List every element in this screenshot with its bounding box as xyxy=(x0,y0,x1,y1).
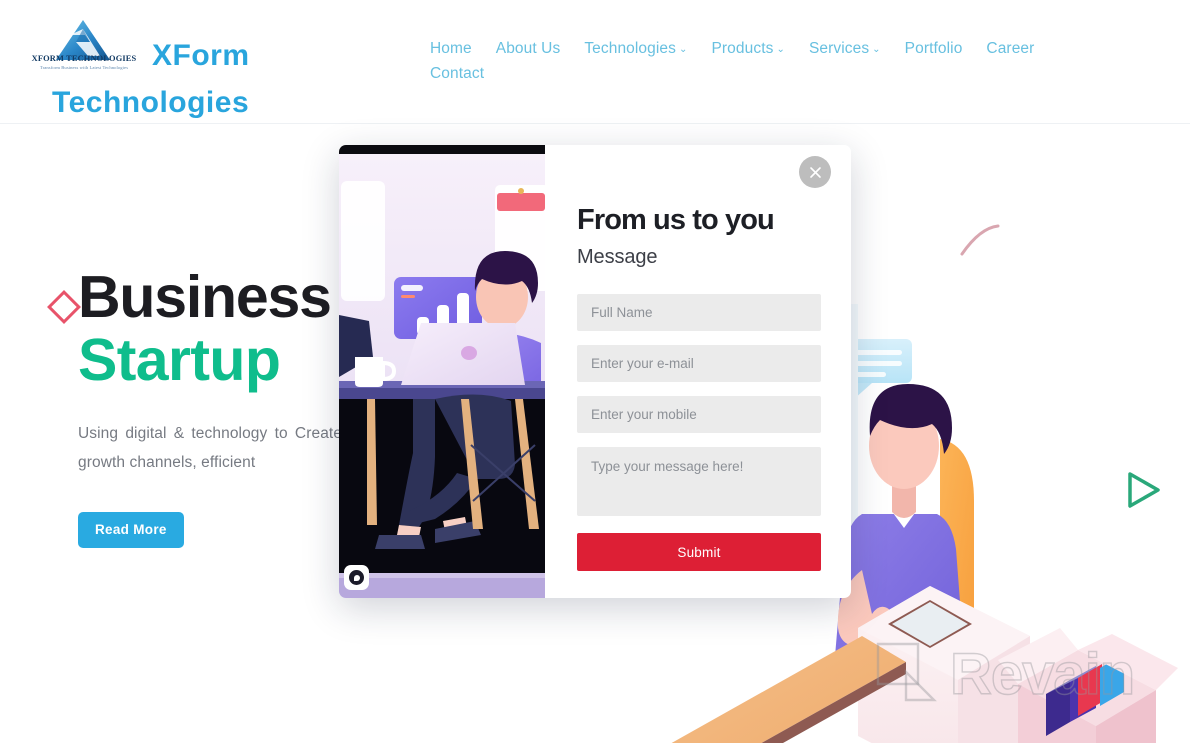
nav-item-home[interactable]: Home xyxy=(430,40,472,58)
close-icon[interactable] xyxy=(799,156,831,188)
nav-item-portfolio[interactable]: Portfolio xyxy=(905,40,963,58)
modal-title: From us to you xyxy=(577,204,775,236)
nav-label: Products xyxy=(711,40,774,57)
logo-wordmark-line1: XForm xyxy=(152,39,250,72)
chevron-down-icon: ⌄ xyxy=(872,44,881,55)
submit-button[interactable]: Submit xyxy=(577,533,821,572)
nav-item-career[interactable]: Career xyxy=(986,40,1034,58)
site-header: XFORM TECHNOLOGIES Transform Business wi… xyxy=(0,0,1190,124)
mobile-input[interactable] xyxy=(577,396,821,434)
chevron-down-icon: ⌄ xyxy=(776,44,785,55)
read-more-button[interactable]: Read More xyxy=(78,511,184,548)
site-logo[interactable]: XFORM TECHNOLOGIES Transform Business wi… xyxy=(24,12,424,119)
logo-wordmark-line2: Technologies xyxy=(52,86,250,119)
chat-bubble-badge-icon xyxy=(344,565,369,590)
nav-label: Home xyxy=(430,40,472,57)
nav-label: Portfolio xyxy=(904,40,963,57)
nav-item-services[interactable]: Services ⌄ xyxy=(809,40,881,58)
main-navigation: Home About Us Technologies ⌄ Products ⌄ Servic… xyxy=(430,40,1110,89)
nav-label: Technologies xyxy=(584,40,676,57)
chevron-down-icon: ⌄ xyxy=(679,44,688,55)
nav-label: Services xyxy=(808,40,870,57)
full-name-input[interactable] xyxy=(577,294,821,332)
diamond-decoration-icon xyxy=(47,290,81,324)
email-input[interactable] xyxy=(577,345,821,383)
nav-item-about-us[interactable]: About Us xyxy=(496,40,561,58)
arc-decoration-icon xyxy=(958,224,1000,265)
message-textarea[interactable] xyxy=(577,447,821,517)
modal-subtitle: Message xyxy=(577,246,658,269)
nav-label: Contact xyxy=(430,65,485,82)
hero-description: Using digital & technology to Create new… xyxy=(78,425,378,472)
logo-tagline: Transform Business with Latest Technolog… xyxy=(39,65,129,70)
contact-form: From us to you Message Submit xyxy=(545,145,851,598)
contact-modal: From us to you Message Submit xyxy=(339,145,851,598)
modal-illustration xyxy=(339,145,545,598)
nav-item-products[interactable]: Products ⌄ xyxy=(711,40,784,58)
nav-label: Career xyxy=(986,40,1035,57)
triangle-decoration-icon xyxy=(1124,468,1164,517)
logo-caption: XFORM TECHNOLOGIES xyxy=(31,54,137,63)
nav-label: About Us xyxy=(495,40,561,57)
nav-item-technologies[interactable]: Technologies ⌄ xyxy=(584,40,687,58)
nav-item-contact[interactable]: Contact xyxy=(430,65,484,83)
page-root: XFORM TECHNOLOGIES Transform Business wi… xyxy=(0,0,1190,743)
